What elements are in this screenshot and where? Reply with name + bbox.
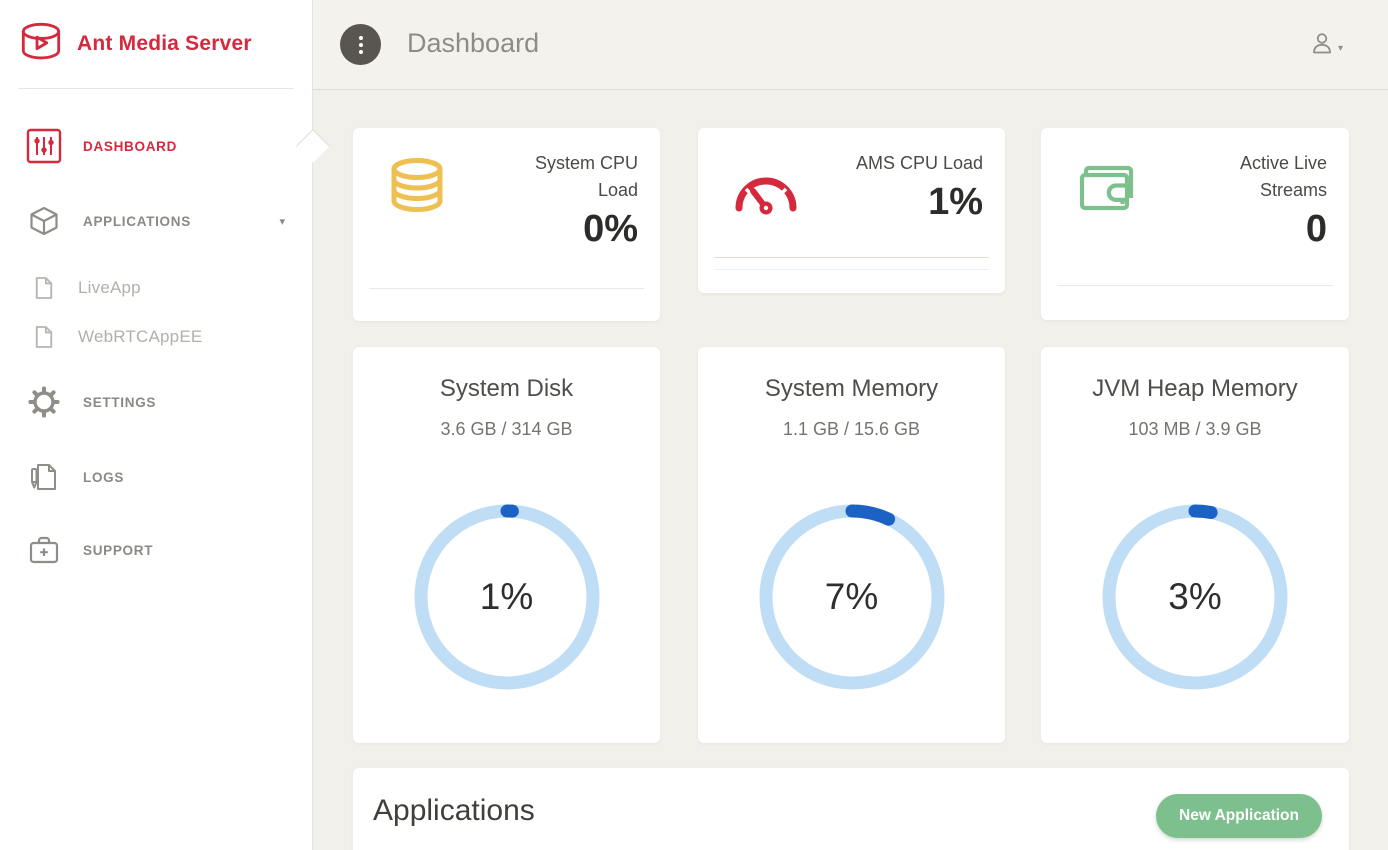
stat-card-value: 0% [493, 206, 638, 252]
gear-icon [26, 384, 62, 420]
gauge-percent-value: 1% [407, 497, 607, 697]
logs-document-icon [26, 462, 62, 492]
sidebar-item-label: WebRTCAppEE [78, 327, 202, 347]
page-menu-button[interactable] [340, 24, 381, 65]
new-application-button[interactable]: New Application [1156, 794, 1322, 838]
sidebar-item-label: LiveApp [78, 278, 141, 298]
sidebar-item-support[interactable]: SUPPORT [0, 526, 312, 574]
gauge-card-subtitle: 1.1 GB / 15.6 GB [698, 419, 1005, 440]
file-icon [33, 276, 55, 300]
gauge-card-subtitle: 103 MB / 3.9 GB [1041, 419, 1349, 440]
ant-media-dashboard: Ant Media Server DASHBOARD [0, 0, 1388, 850]
ant-media-logo-icon [18, 21, 64, 68]
sidebar-item-logs[interactable]: LOGS [0, 453, 312, 501]
stat-card-title: AMS CPU Load [856, 150, 983, 177]
gauge-percent-value: 7% [752, 497, 952, 697]
database-icon [386, 156, 448, 223]
box-icon [26, 205, 62, 237]
card-divider [714, 269, 989, 270]
system-disk-card: System Disk 3.6 GB / 314 GB 1% [353, 347, 660, 743]
brand-logo[interactable]: Ant Media Server [0, 0, 312, 88]
kebab-menu-icon [359, 36, 363, 40]
sliders-icon [26, 128, 62, 164]
gauge-percent-value: 3% [1095, 497, 1295, 697]
file-icon [33, 325, 55, 349]
stat-card-title: Active Live Streams [1182, 150, 1327, 204]
card-divider [1057, 285, 1333, 286]
sidebar: Ant Media Server DASHBOARD [0, 0, 313, 850]
card-divider [714, 257, 989, 258]
system-memory-card: System Memory 1.1 GB / 15.6 GB 7% [698, 347, 1005, 743]
stat-card-title: System CPU Load [493, 150, 638, 204]
first-aid-kit-icon [26, 535, 62, 565]
applications-section: Applications New Application [353, 768, 1349, 850]
gauge-icon [731, 164, 801, 221]
gauge-card-title: JVM Heap Memory [1041, 375, 1349, 403]
active-live-streams-card: Active Live Streams 0 [1041, 128, 1349, 320]
sidebar-divider [18, 88, 294, 89]
wallet-icon [1074, 160, 1138, 221]
jvm-heap-memory-card: JVM Heap Memory 103 MB / 3.9 GB 3% [1041, 347, 1349, 743]
sidebar-item-label: DASHBOARD [83, 139, 177, 154]
card-divider [369, 288, 644, 289]
stat-card-value: 1% [856, 179, 983, 225]
gauge-card-title: System Memory [698, 375, 1005, 403]
brand-name: Ant Media Server [77, 32, 252, 56]
gauge-card-subtitle: 3.6 GB / 314 GB [353, 419, 660, 440]
system-disk-donut-chart: 1% [407, 497, 607, 697]
chevron-down-icon: ▾ [279, 215, 285, 228]
sidebar-item-label: LOGS [83, 470, 124, 485]
user-icon [1309, 30, 1335, 61]
sidebar-item-dashboard[interactable]: DASHBOARD [0, 122, 312, 170]
sidebar-item-settings[interactable]: SETTINGS [0, 378, 312, 426]
sidebar-item-liveapp[interactable]: LiveApp [0, 264, 312, 312]
system-cpu-load-card: System CPU Load 0% [353, 128, 660, 321]
applications-heading: Applications [373, 794, 535, 828]
sidebar-item-label: SETTINGS [83, 395, 156, 410]
sidebar-item-label: APPLICATIONS [83, 214, 191, 229]
sidebar-item-webrtcappee[interactable]: WebRTCAppEE [0, 313, 312, 361]
chevron-down-icon: ▾ [1338, 43, 1343, 54]
stat-card-value: 0 [1182, 206, 1327, 252]
ams-cpu-load-card: AMS CPU Load 1% [698, 128, 1005, 293]
gauge-card-title: System Disk [353, 375, 660, 403]
page-title: Dashboard [407, 28, 539, 59]
sidebar-item-applications[interactable]: APPLICATIONS ▾ [0, 197, 312, 245]
top-header: Dashboard ▾ [313, 0, 1388, 90]
sidebar-item-label: SUPPORT [83, 543, 153, 558]
system-memory-donut-chart: 7% [752, 497, 952, 697]
user-menu-button[interactable]: ▾ [1309, 30, 1343, 61]
jvm-heap-donut-chart: 3% [1095, 497, 1295, 697]
